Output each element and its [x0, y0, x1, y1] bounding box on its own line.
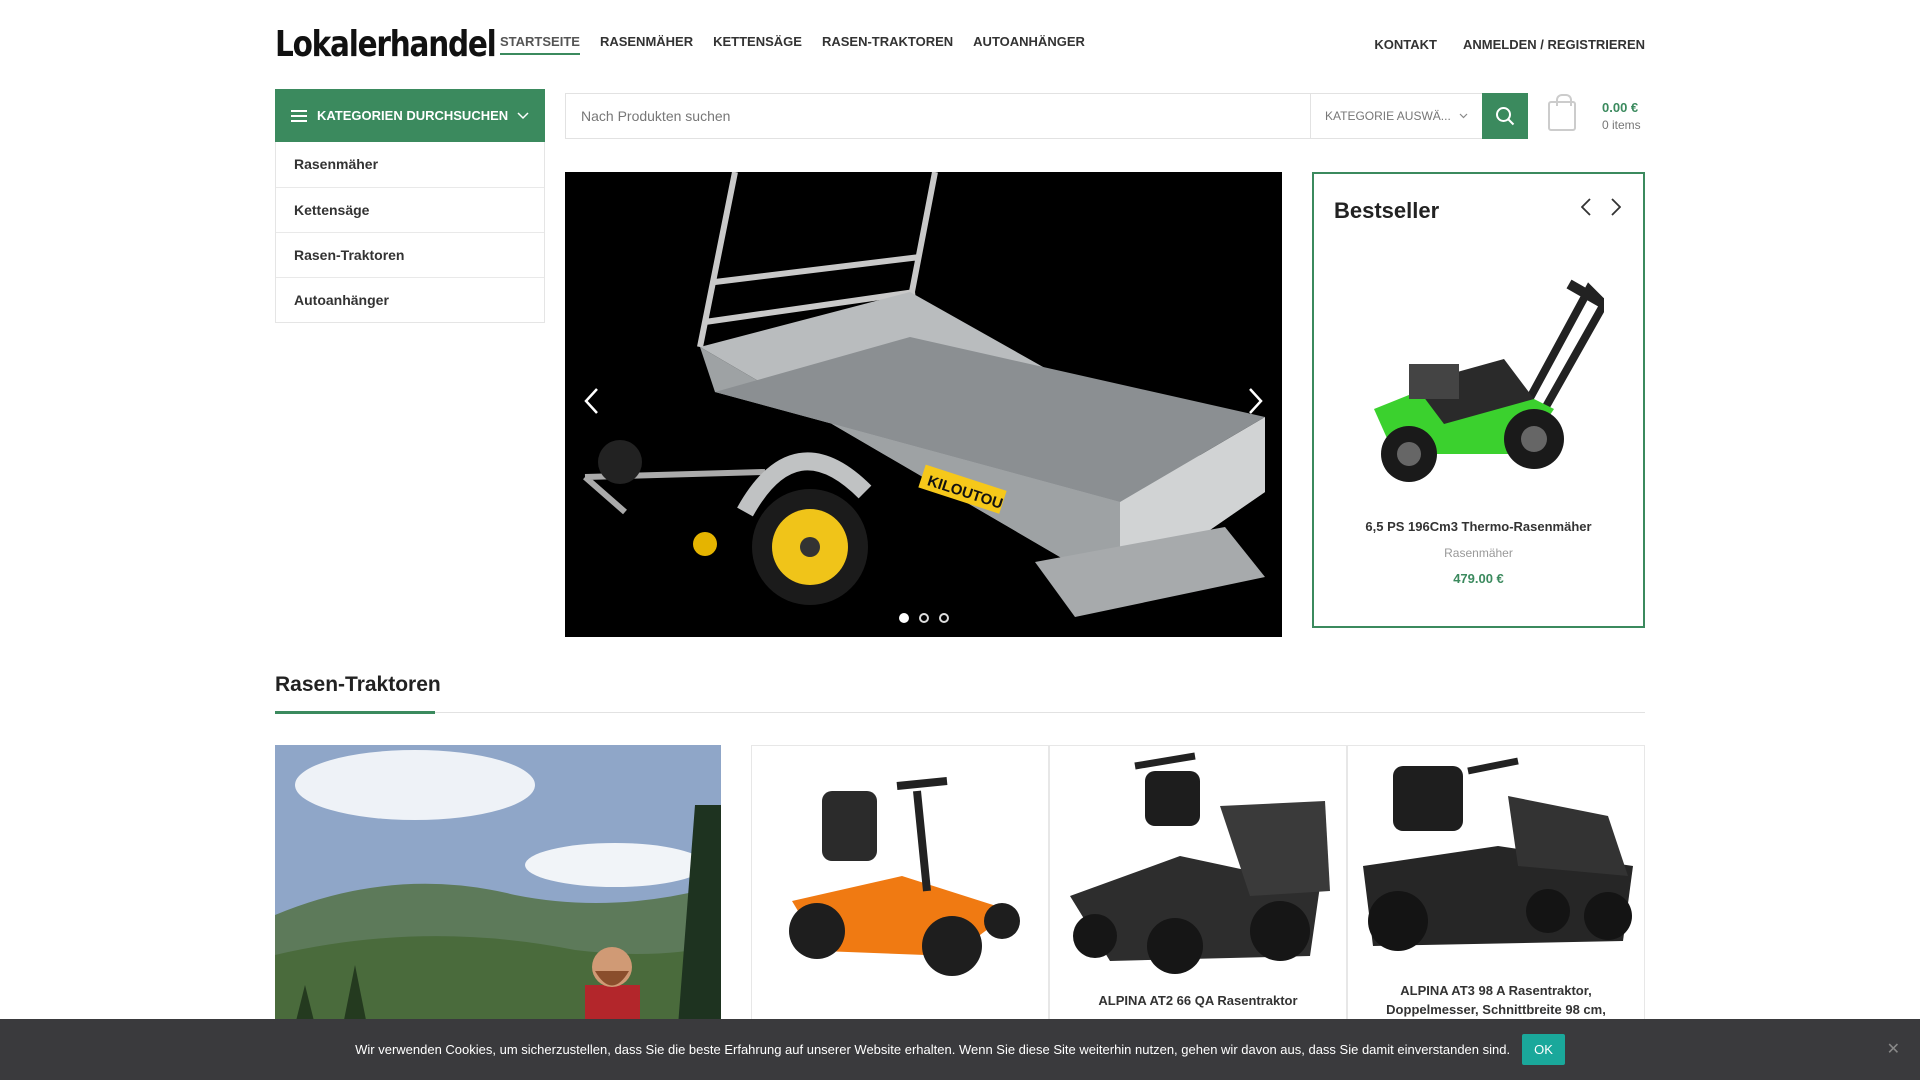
slider-dot[interactable]: [938, 613, 949, 623]
search-button[interactable]: [1482, 93, 1528, 139]
site-logo[interactable]: Lokalerhandel: [275, 24, 497, 65]
product-image: [789, 777, 1020, 976]
nav-rasen-traktoren[interactable]: RASEN-TRAKTOREN: [822, 34, 953, 55]
chevron-down-icon: [517, 109, 529, 123]
chevron-down-icon: [1459, 113, 1468, 119]
search-bar: Nach Produkten suchen KATEGORIE AUSWÄ...: [565, 93, 1528, 139]
section-divider: [275, 712, 1645, 713]
cart-total: 0.00 €: [1602, 100, 1639, 115]
category-select[interactable]: KATEGORIE AUSWÄ...: [1310, 94, 1482, 138]
nav-rasenmaeher[interactable]: RASENMÄHER: [600, 34, 693, 55]
category-select-value: KATEGORIE AUSWÄ...: [1325, 109, 1451, 123]
section-banner-image[interactable]: [275, 745, 721, 1065]
category-browse-toggle[interactable]: KATEGORIEN DURCHSUCHEN: [275, 89, 545, 142]
product-title[interactable]: ALPINA AT2 66 QA Rasentraktor: [1060, 991, 1336, 1010]
bestseller-title: Bestseller: [1334, 198, 1440, 223]
slider-dot[interactable]: [918, 613, 929, 623]
category-item-autoanhaenger[interactable]: Autoanhänger: [276, 277, 544, 322]
category-item-kettensaege[interactable]: Kettensäge: [276, 187, 544, 232]
product-title[interactable]: ALPINA AT3 98 A Rasentraktor, Doppelmess…: [1358, 981, 1634, 1019]
product-card[interactable]: ALPINA AT3 98 A Rasentraktor, Doppelmess…: [1347, 745, 1645, 1065]
bestseller-product-category[interactable]: Rasenmäher: [1314, 546, 1643, 560]
cookie-ok-button[interactable]: OK: [1522, 1034, 1565, 1065]
search-input[interactable]: Nach Produkten suchen: [566, 94, 1310, 138]
product-card[interactable]: [751, 745, 1049, 1065]
menu-icon: [291, 107, 307, 125]
right-nav: KONTAKT ANMELDEN / REGISTRIEREN: [1374, 37, 1645, 52]
bestseller-product-name[interactable]: 6,5 PS 196Cm3 Thermo-Rasenmäher: [1314, 519, 1643, 534]
nav-startseite[interactable]: STARTSEITE: [500, 34, 580, 55]
category-browse-label: KATEGORIEN DURCHSUCHEN: [317, 108, 509, 123]
section-title: Rasen-Traktoren: [275, 673, 441, 696]
search-icon: [1496, 107, 1515, 126]
hero-slider: KILOUTOU: [565, 172, 1282, 637]
nav-kettensaege[interactable]: KETTENSÄGE: [713, 34, 802, 55]
slider-next-button[interactable]: [1248, 387, 1264, 419]
category-list: Rasenmäher Kettensäge Rasen-Traktoren Au…: [275, 142, 545, 323]
chevron-left-icon[interactable]: [1581, 198, 1591, 216]
trailer-image: KILOUTOU: [583, 172, 1265, 617]
main-nav: STARTSEITE RASENMÄHER KETTENSÄGE RASEN-T…: [500, 34, 1085, 55]
category-item-rasen-traktoren[interactable]: Rasen-Traktoren: [276, 232, 544, 277]
bestseller-product-price: 479.00 €: [1453, 571, 1504, 586]
product-image: [1363, 757, 1633, 951]
shopping-bag-icon: [1548, 94, 1576, 131]
category-item-rasenmaeher[interactable]: Rasenmäher: [276, 142, 544, 187]
section-title-underline: [275, 711, 435, 714]
nav-autoanhaenger[interactable]: AUTOANHÄNGER: [973, 34, 1085, 55]
product-image: [1070, 752, 1330, 974]
chevron-right-icon: [1249, 388, 1263, 414]
chevron-right-icon[interactable]: [1611, 198, 1621, 216]
cart-item-count: 0 items: [1602, 118, 1641, 132]
nav-login-register[interactable]: ANMELDEN / REGISTRIEREN: [1463, 37, 1645, 52]
cookie-bar: Wir verwenden Cookies, um sicherzustelle…: [0, 1019, 1920, 1080]
mini-cart[interactable]: 0.00 € 0 items: [1548, 93, 1645, 139]
nav-kontakt[interactable]: KONTAKT: [1374, 37, 1437, 52]
site-header: Lokalerhandel STARTSEITE RASENMÄHER KETT…: [275, 0, 1645, 88]
slider-prev-button[interactable]: [583, 387, 599, 419]
close-icon[interactable]: ✕: [1887, 1039, 1900, 1059]
bestseller-nav: [1581, 198, 1621, 216]
product-card[interactable]: ALPINA AT2 66 QA Rasentraktor: [1049, 745, 1347, 1065]
cookie-text: Wir verwenden Cookies, um sicherzustelle…: [355, 1042, 1511, 1057]
lawnmower-image[interactable]: [1354, 259, 1604, 489]
slider-dot[interactable]: [898, 613, 909, 623]
bestseller-widget: Bestseller 6,5 PS 196Cm3 Thermo-Rasenmäh…: [1312, 172, 1645, 628]
chevron-left-icon: [584, 388, 598, 414]
slider-dots: [565, 613, 1282, 623]
